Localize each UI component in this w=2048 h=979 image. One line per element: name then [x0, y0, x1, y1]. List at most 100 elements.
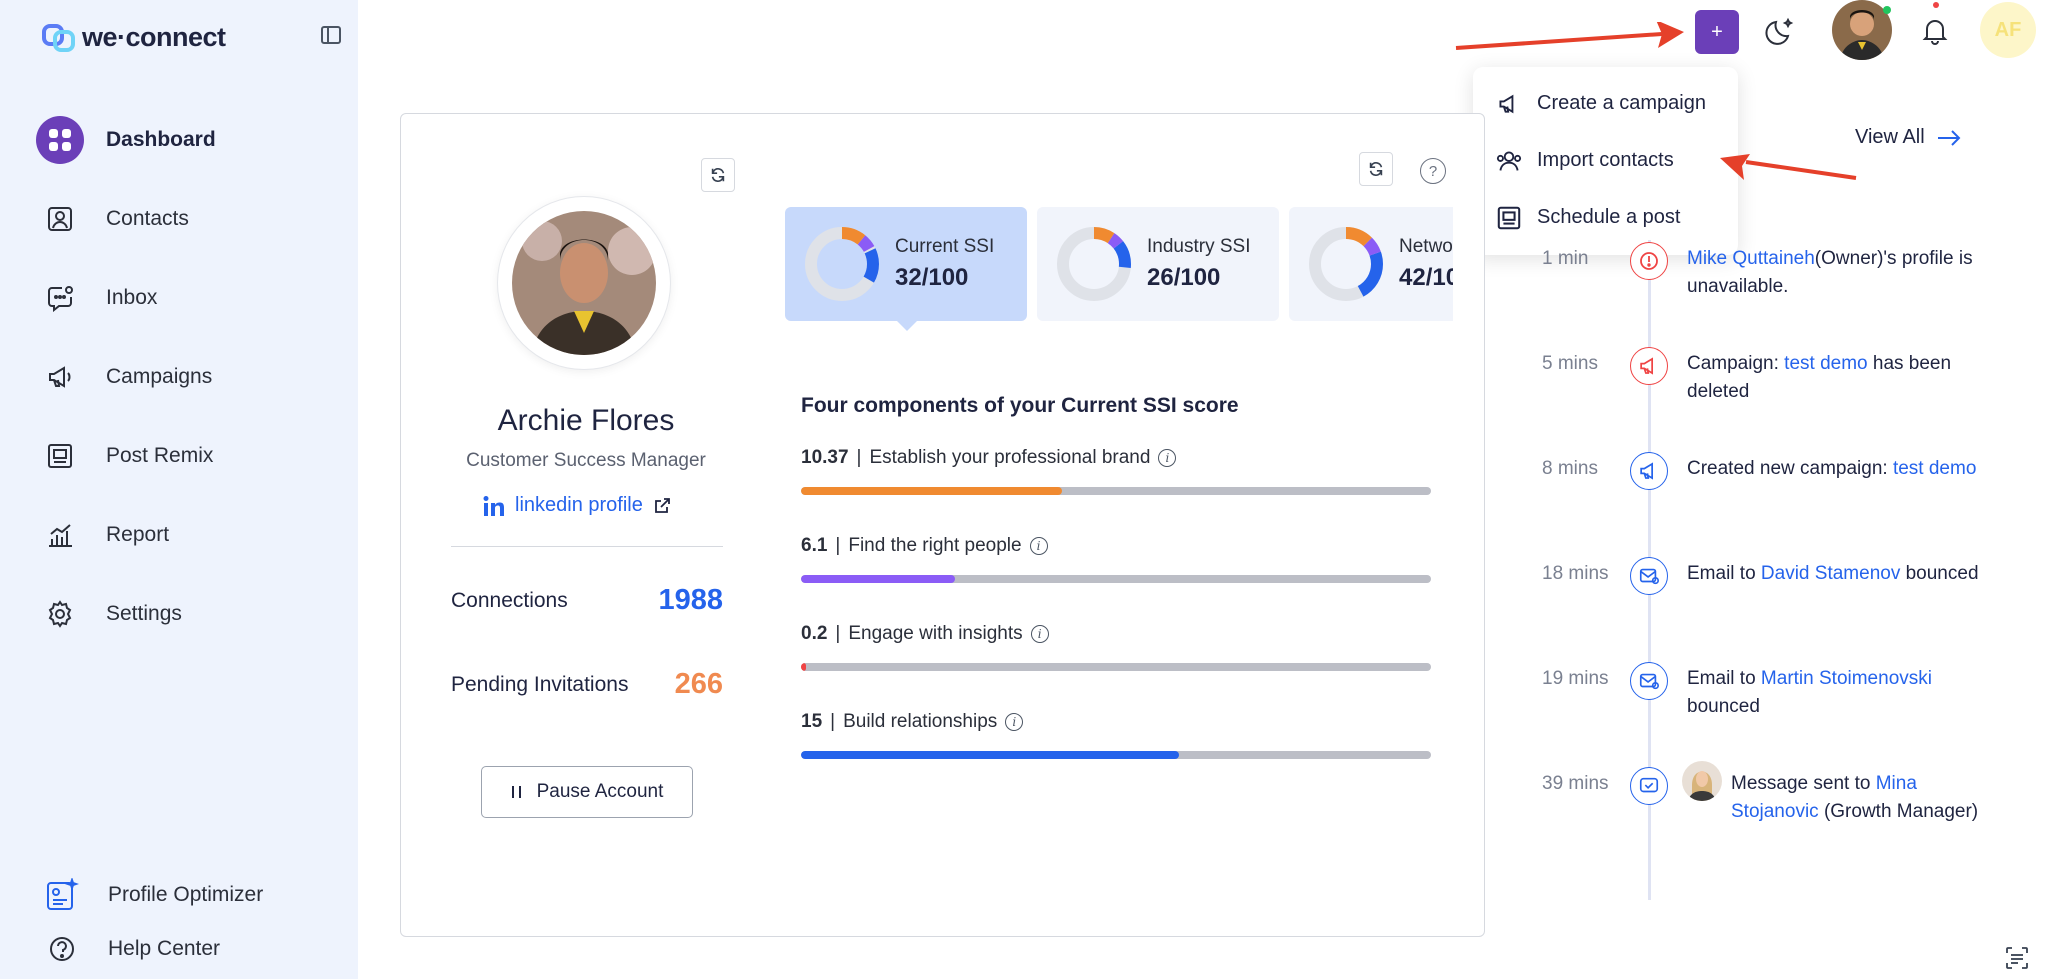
users-icon — [1495, 147, 1523, 175]
component-progress-bar — [801, 751, 1431, 759]
activity-text-part: Email to — [1687, 668, 1761, 689]
activity-text: Message sent to Mina Stojanovic (Growth … — [1731, 770, 2001, 826]
pause-icon — [511, 786, 521, 798]
profile-optimizer-icon — [42, 875, 82, 915]
component-progress-fill — [801, 751, 1179, 759]
view-all-link[interactable]: View All — [1855, 126, 1961, 149]
inbox-icon — [36, 274, 84, 322]
feedback-icon[interactable] — [2004, 945, 2030, 971]
activity-text-part: Email to — [1687, 563, 1761, 584]
sidebar-item-settings[interactable]: Settings — [36, 574, 336, 653]
logo-icon — [42, 24, 75, 52]
ssi-card-label: Current SSI — [895, 236, 995, 257]
gear-icon — [36, 590, 84, 638]
ssi-donut-current — [805, 227, 879, 301]
sidebar-item-profile-optimizer[interactable]: Profile Optimizer — [42, 868, 263, 922]
activity-link[interactable]: test demo — [1784, 353, 1867, 374]
component-separator: | — [835, 535, 841, 556]
sidebar-item-label: Profile Optimizer — [108, 883, 264, 906]
ssi-component-row: 15 | Build relationships i — [801, 711, 1431, 759]
ssi-component-row: 0.2 | Engage with insights i — [801, 623, 1431, 671]
activity-link[interactable]: Martin Stoimenovski — [1761, 668, 1932, 689]
component-score: 10.37 — [801, 447, 849, 468]
mail-icon — [1630, 662, 1668, 700]
online-status-dot — [1883, 6, 1891, 14]
megaphone-icon — [36, 353, 84, 401]
sidebar-item-label: Help Center — [108, 937, 221, 960]
activity-link[interactable]: David Stamenov — [1761, 563, 1900, 584]
post-icon — [1495, 204, 1523, 232]
sidebar-item-inbox[interactable]: Inbox — [36, 258, 336, 337]
help-icon — [42, 929, 82, 969]
pause-account-button[interactable]: Pause Account — [481, 766, 693, 818]
sidebar-item-label: Contacts — [106, 206, 189, 230]
sidebar-item-contacts[interactable]: Contacts — [36, 179, 336, 258]
sidebar-item-help-center[interactable]: Help Center — [42, 922, 263, 976]
ssi-card-pointer — [895, 319, 919, 331]
menu-item-create-campaign[interactable]: Create a campaign — [1473, 75, 1738, 132]
ssi-card-network[interactable]: Network SSI 42/100 — [1289, 207, 1453, 321]
sidebar-item-label: Post Remix — [106, 443, 214, 467]
ssi-help-icon[interactable]: ? — [1420, 158, 1446, 184]
profile-photo-icon — [512, 211, 656, 355]
component-separator: | — [835, 623, 841, 644]
contact-avatar — [1682, 761, 1722, 801]
linkedin-profile-link[interactable]: linkedin profile — [483, 494, 671, 517]
ssi-card-current[interactable]: Current SSI 32/100 — [785, 207, 1027, 321]
activity-time: 18 mins — [1542, 563, 1609, 584]
component-label: Engage with insights — [848, 623, 1023, 644]
info-icon[interactable]: i — [1030, 625, 1049, 643]
component-label: Build relationships — [843, 711, 998, 732]
account-initials-avatar[interactable]: AF — [1980, 2, 2036, 58]
contacts-icon — [36, 195, 84, 243]
activity-text-part: Message sent to — [1731, 773, 1876, 794]
plus-label: + — [1711, 20, 1723, 43]
menu-item-label: Import contacts — [1537, 149, 1674, 171]
refresh-profile-button[interactable] — [701, 158, 735, 192]
pending-invitations-label: Pending Invitations — [451, 672, 629, 696]
component-label: Find the right people — [848, 535, 1022, 556]
component-progress-fill — [801, 663, 807, 671]
sidebar-item-campaigns[interactable]: Campaigns — [36, 337, 336, 416]
brand-logo[interactable]: we·connect — [42, 20, 226, 54]
component-progress-bar — [801, 663, 1431, 671]
activity-time: 5 mins — [1542, 353, 1598, 374]
menu-item-import-contacts[interactable]: Import contacts — [1473, 132, 1738, 189]
sidebar-toggle-icon[interactable] — [320, 24, 342, 46]
info-icon[interactable]: i — [1005, 713, 1024, 731]
post-icon — [36, 432, 84, 480]
connections-value: 1988 — [658, 584, 723, 616]
activity-text: Created new campaign: test demo — [1687, 455, 2007, 483]
activity-time: 39 mins — [1542, 773, 1609, 794]
profile-name: Archie Flores — [497, 404, 675, 437]
menu-item-schedule-post[interactable]: Schedule a post — [1473, 189, 1738, 246]
megaphone-icon — [1495, 90, 1523, 118]
sidebar-item-dashboard[interactable]: Dashboard — [36, 100, 336, 179]
info-icon[interactable]: i — [1029, 537, 1048, 555]
annotation-arrow-icon — [1455, 22, 1684, 50]
notifications-button[interactable] — [1916, 12, 1954, 50]
sidebar-bottom: Profile Optimizer Help Center — [42, 868, 263, 976]
megaphone-icon — [1630, 347, 1668, 385]
component-progress-bar — [801, 487, 1431, 495]
annotation-arrow-icon — [1720, 154, 1857, 180]
component-progress-fill — [801, 575, 955, 583]
create-menu-button[interactable]: + — [1695, 10, 1739, 54]
sidebar-item-label: Settings — [106, 601, 182, 625]
theme-toggle-button[interactable] — [1760, 12, 1800, 52]
ssi-card-industry[interactable]: Industry SSI 26/100 — [1037, 207, 1279, 321]
activity-time: 19 mins — [1542, 668, 1609, 689]
sidebar-item-report[interactable]: Report — [36, 495, 336, 574]
dashboard-icon — [36, 115, 84, 164]
activity-link[interactable]: Mike Quttaineh — [1687, 248, 1815, 269]
component-progress-bar — [801, 575, 1431, 583]
refresh-ssi-button[interactable] — [1359, 152, 1393, 186]
mail-icon — [1630, 557, 1668, 595]
activity-text-part: Created new campaign: — [1687, 458, 1893, 479]
component-separator: | — [830, 711, 836, 732]
component-score: 6.1 — [801, 535, 828, 556]
sidebar-item-post-remix[interactable]: Post Remix — [36, 416, 336, 495]
component-score: 0.2 — [801, 623, 828, 644]
activity-link[interactable]: test demo — [1893, 458, 1976, 479]
info-icon[interactable]: i — [1158, 449, 1177, 467]
